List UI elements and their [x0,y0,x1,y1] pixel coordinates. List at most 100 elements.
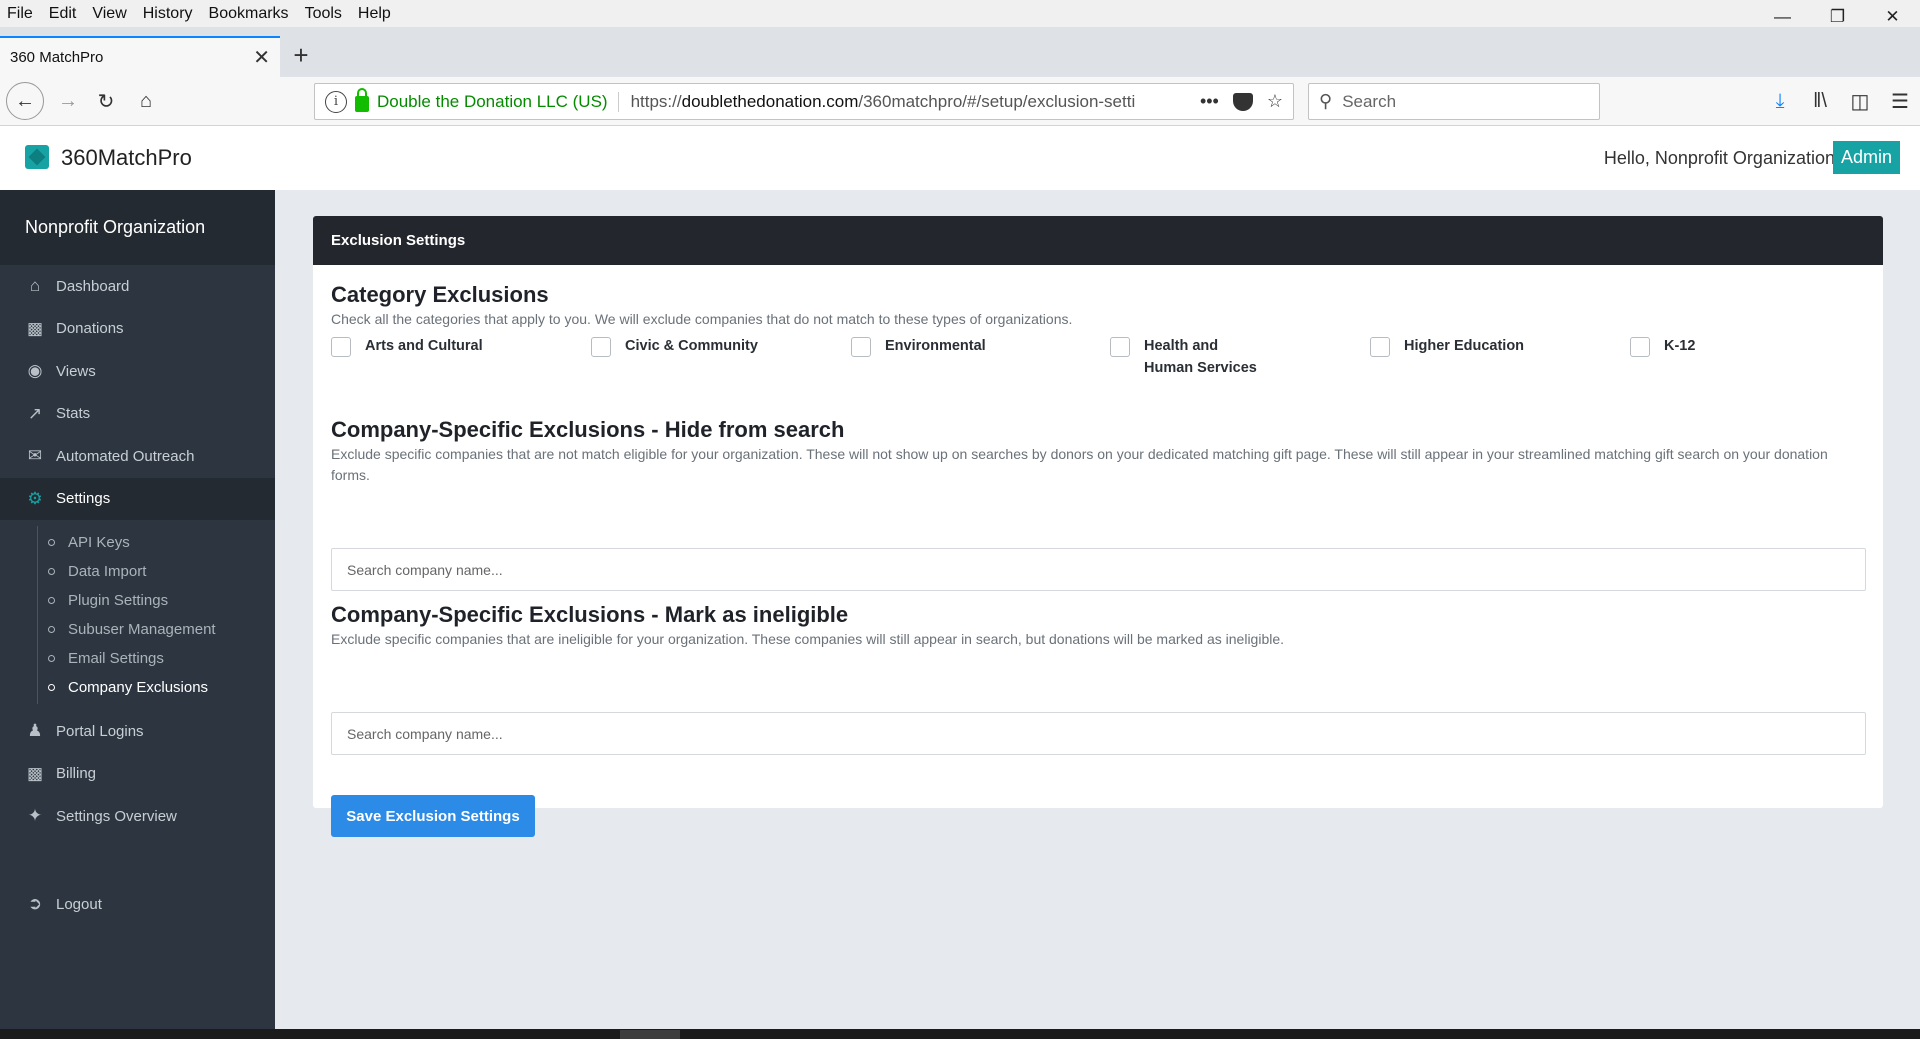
category-option-higher-education[interactable]: Higher Education [1370,335,1570,357]
sidebar-item-label: Logout [56,895,102,913]
ineligible-company-search-input[interactable]: Search company name... [331,712,1866,755]
download-icon[interactable]: ⤓ [1760,90,1800,113]
checkbox[interactable] [1370,337,1390,357]
sidebar-item-label: Views [56,362,96,380]
category-option-arts[interactable]: Arts and Cultural [331,335,531,357]
home-icon[interactable]: ⌂ [128,83,164,119]
tab-360matchpro[interactable]: 360 MatchPro ✕ [0,36,280,77]
chart-icon: ↗ [27,403,43,423]
sidebar-item-billing[interactable]: ▩ Billing [0,753,275,796]
card-title: Exclusion Settings [313,216,1883,265]
input-placeholder: Search company name... [347,725,503,742]
sidebar-toggle-icon[interactable]: ◫ [1840,89,1880,114]
subnav-item-subuser-management[interactable]: Subuser Management [0,615,275,644]
sidebar-item-stats[interactable]: ↗ Stats [0,393,275,436]
sidebar-item-label: Donations [56,320,124,338]
app-name[interactable]: 360MatchPro [61,145,192,171]
menu-edit[interactable]: Edit [41,5,85,23]
home-icon: ⌂ [29,276,41,296]
sidebar-item-views[interactable]: ◉ Views [0,350,275,393]
checkbox-label: K-12 [1664,338,1696,354]
back-icon[interactable]: ← [6,82,44,120]
bullet-icon [48,568,55,575]
sidebar-item-label: Settings Overview [56,807,177,825]
hide-from-search-title: Company-Specific Exclusions - Hide from … [331,417,845,442]
reload-icon[interactable]: ↻ [88,83,124,119]
hide-company-search-input[interactable]: Search company name... [331,548,1866,591]
sidebar-item-settings[interactable]: ⚙ Settings [0,477,275,520]
checkbox[interactable] [331,337,351,357]
info-icon[interactable]: i [325,90,347,113]
menu-tools[interactable]: Tools [297,5,350,23]
browser-search-input[interactable]: ⚲ Search [1308,83,1600,120]
subnav-label: Email Settings [68,650,164,667]
url-text[interactable]: https://doublethedonation.com/360matchpr… [631,92,1171,112]
settings-subnav: API Keys Data Import Plugin Settings Sub… [0,520,275,710]
menu-bookmarks[interactable]: Bookmarks [201,5,297,23]
checkbox-label: Civic & Community [625,338,758,354]
envelope-icon: ✉ [27,446,43,466]
checkbox-label: Higher Education [1404,338,1525,354]
subnav-label: API Keys [68,534,130,551]
subnav-item-data-import[interactable]: Data Import [0,557,275,586]
search-placeholder: Search [1342,91,1397,111]
tab-strip: 360 MatchPro ✕ + [0,27,1920,77]
checkbox[interactable] [851,337,871,357]
site-identity[interactable]: Double the Donation LLC (US) [377,91,619,112]
os-taskbar [0,1029,1920,1039]
sidebar-item-label: Billing [56,765,97,783]
taskbar-active-app[interactable] [620,1030,680,1039]
sidebar-item-automated-outreach[interactable]: ✉ Automated Outreach [0,435,275,478]
money-icon: ▩ [26,763,44,783]
new-tab-icon[interactable]: + [286,40,316,70]
bullet-icon [48,597,55,604]
subnav-item-company-exclusions[interactable]: Company Exclusions [0,673,275,702]
category-exclusions-description: Check all the categories that apply to y… [331,311,1073,327]
category-option-civic[interactable]: Civic & Community [591,335,791,357]
close-tab-icon[interactable]: ✕ [253,45,270,70]
eye-icon: ◉ [27,361,43,381]
forward-icon[interactable]: → [50,83,86,119]
category-exclusions-title: Category Exclusions [331,282,549,307]
menu-help[interactable]: Help [350,5,399,23]
menu-history[interactable]: History [135,5,201,23]
mark-ineligible-title: Company-Specific Exclusions - Mark as in… [331,602,849,627]
sidebar-item-donations[interactable]: ▩ Donations [0,308,275,351]
subnav-label: Data Import [68,563,147,580]
url-bar[interactable]: i Double the Donation LLC (US) https://d… [314,83,1294,120]
menu-view[interactable]: View [84,5,134,23]
subnav-item-api-keys[interactable]: API Keys [0,528,275,557]
sidebar-item-settings-overview[interactable]: ✦ Settings Overview [0,795,275,838]
sidebar-item-label: Stats [56,405,91,423]
checkbox-label: Environmental [885,338,986,354]
hide-from-search-description: Exclude specific companies that are not … [331,446,1828,483]
user-greeting: Hello, Nonprofit Organization [1603,148,1835,168]
sidebar: Nonprofit Organization ⌂ Dashboard ▩ Don… [0,190,275,1029]
pocket-icon[interactable] [1232,92,1253,111]
bookmark-star-icon[interactable]: ☆ [1267,91,1283,112]
sidebar-item-logout[interactable]: ➲ Logout [0,883,275,926]
save-exclusion-settings-button[interactable]: Save Exclusion Settings [331,795,535,837]
bullet-icon [48,655,55,662]
checkbox-label: Arts and Cultural [365,338,483,354]
category-option-environmental[interactable]: Environmental [851,335,1051,357]
checkbox[interactable] [1110,337,1130,357]
page-actions-icon[interactable]: ••• [1200,91,1219,112]
wrench-icon: ✦ [27,806,43,826]
logo-icon[interactable] [25,145,49,169]
sidebar-item-dashboard[interactable]: ⌂ Dashboard [0,265,275,308]
subnav-label: Company Exclusions [68,679,209,696]
app-header: 360MatchPro Hello, Nonprofit Organizatio… [0,126,1920,190]
menu-file[interactable]: File [0,5,41,23]
library-icon[interactable]: ‖\ [1800,90,1840,113]
category-option-k12[interactable]: K-12 [1630,335,1830,357]
hamburger-menu-icon[interactable]: ☰ [1880,89,1920,114]
toolbar-icons: ⤓ ‖\ ◫ ☰ [1760,83,1920,120]
checkbox[interactable] [1630,337,1650,357]
subnav-item-email-settings[interactable]: Email Settings [0,644,275,673]
browser-menubar: File Edit View History Bookmarks Tools H… [0,0,1920,27]
category-option-health[interactable]: Health and Human Services [1110,335,1270,379]
sidebar-item-portal-logins[interactable]: ♟ Portal Logins [0,710,275,753]
checkbox[interactable] [591,337,611,357]
subnav-item-plugin-settings[interactable]: Plugin Settings [0,586,275,615]
